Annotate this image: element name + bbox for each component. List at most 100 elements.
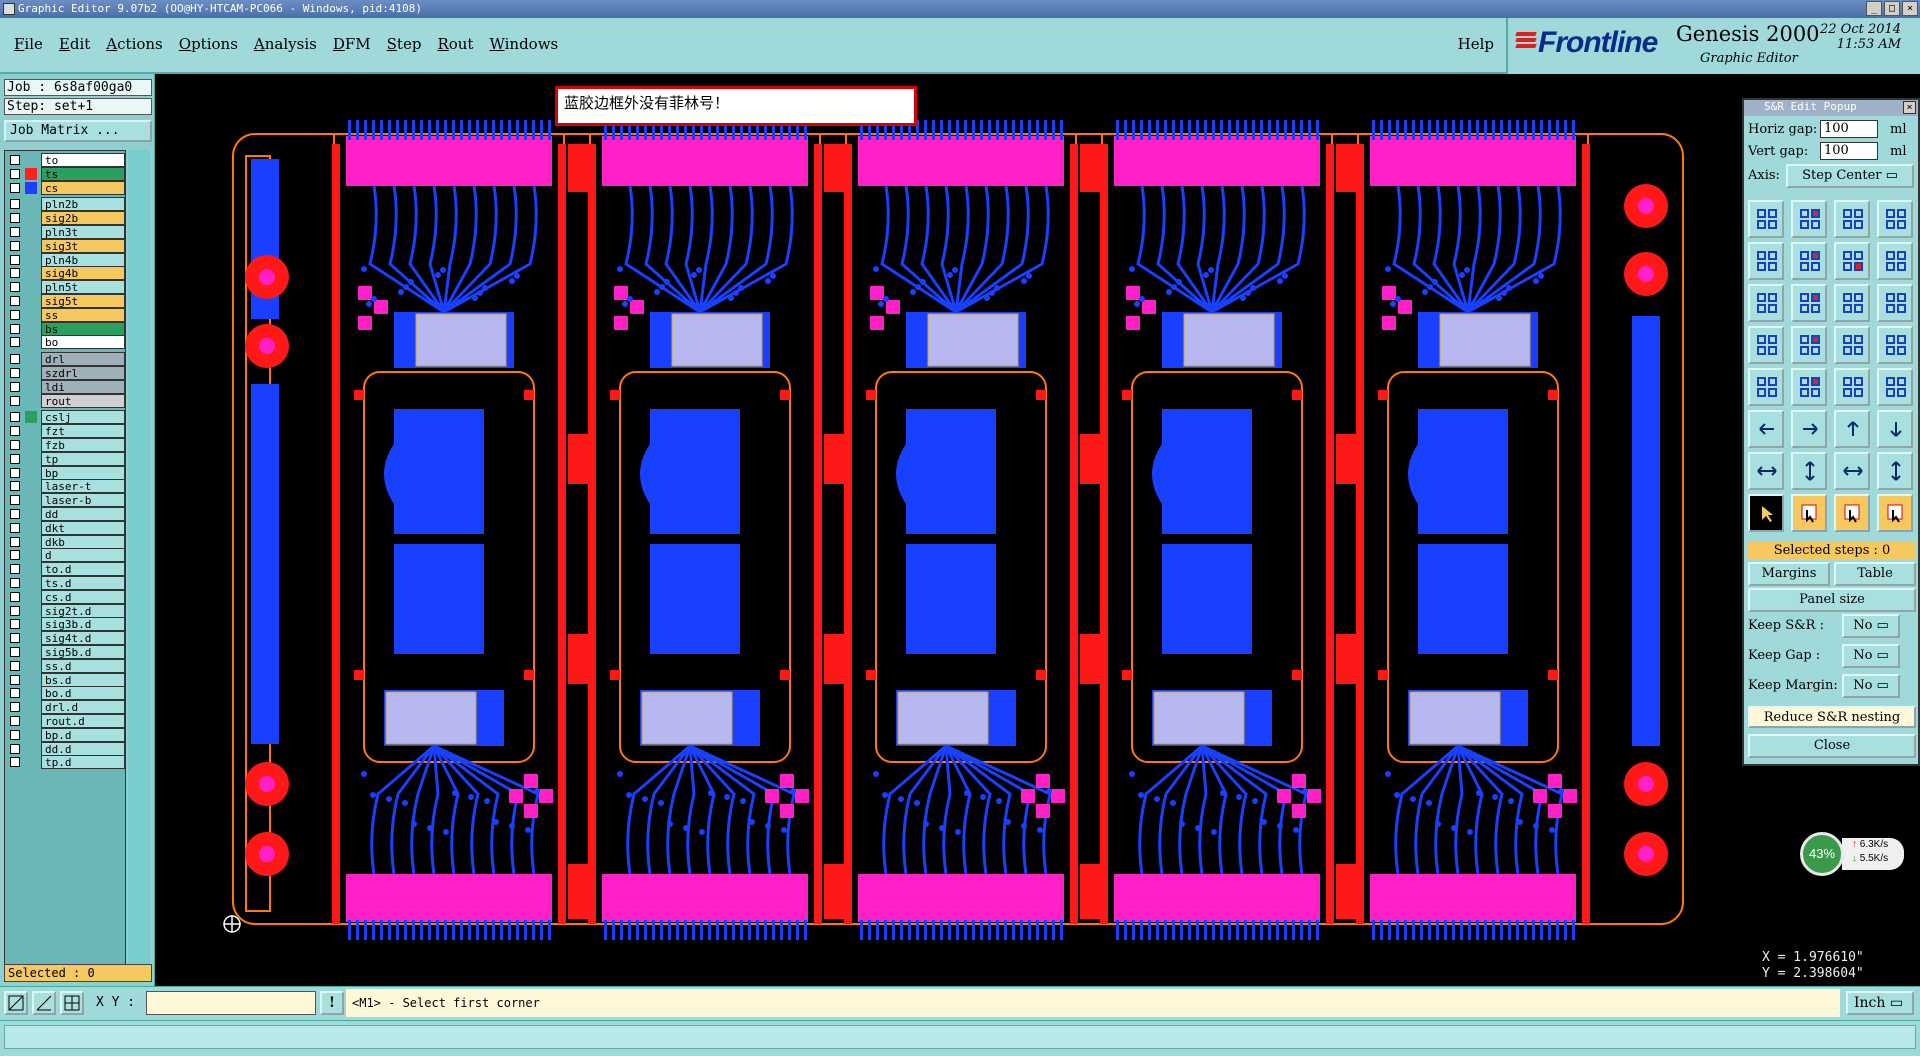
arrow-right-button[interactable] <box>1791 410 1827 448</box>
layer-checkbox[interactable] <box>10 182 20 193</box>
layer-checkbox[interactable] <box>10 660 20 671</box>
menu-file[interactable]: File <box>6 18 51 70</box>
layer-checkbox[interactable] <box>10 757 20 768</box>
margins-button[interactable]: Margins <box>1748 562 1830 586</box>
distribute-button[interactable] <box>1834 326 1870 364</box>
layer-row[interactable]: rout.d <box>5 714 125 728</box>
layer-row[interactable]: to.d <box>5 562 125 577</box>
layer-row[interactable]: sig5t <box>5 294 125 308</box>
move-step-button[interactable] <box>1748 242 1784 280</box>
layer-row[interactable]: dkt <box>5 520 125 535</box>
layer-checkbox[interactable] <box>10 674 20 685</box>
menu-analysis[interactable]: Analysis <box>246 18 325 70</box>
menu-help[interactable]: Help <box>1458 35 1494 53</box>
layer-row[interactable]: dd <box>5 507 125 521</box>
expand-h-button[interactable] <box>1748 452 1784 490</box>
grid-snap-button[interactable] <box>60 991 84 1015</box>
layer-row[interactable]: pln5t <box>5 280 125 295</box>
layer-checkbox[interactable] <box>10 564 20 575</box>
align-center-button[interactable] <box>1791 326 1827 364</box>
table-button[interactable]: Table <box>1834 562 1916 586</box>
layer-row[interactable]: fzt <box>5 424 125 439</box>
layer-list-scrollbar[interactable] <box>128 150 150 982</box>
layer-row[interactable]: ss.d <box>5 658 125 673</box>
menu-windows[interactable]: Windows <box>481 18 566 70</box>
flip-h-button[interactable] <box>1748 284 1784 322</box>
layer-checkbox[interactable] <box>10 337 20 348</box>
popup-close-icon[interactable]: × <box>1903 101 1916 114</box>
align-left-button[interactable] <box>1748 326 1784 364</box>
layer-row[interactable]: ts.d <box>5 576 125 590</box>
layer-checkbox[interactable] <box>10 240 20 251</box>
spread-row-button[interactable] <box>1834 368 1870 406</box>
menu-rout[interactable]: Rout <box>429 18 481 70</box>
delete-step-button[interactable] <box>1791 242 1827 280</box>
mirror-button[interactable] <box>1834 284 1870 322</box>
menu-options[interactable]: Options <box>171 18 246 70</box>
reduce-nesting-button[interactable]: Reduce S&R nesting <box>1748 706 1916 728</box>
maximize-button[interactable]: □ <box>1884 1 1900 16</box>
array-grid-button[interactable] <box>1877 200 1913 238</box>
layer-checkbox[interactable] <box>10 199 20 210</box>
select-button[interactable] <box>1791 494 1827 532</box>
layer-row[interactable]: bo <box>5 335 125 350</box>
rotate-button[interactable] <box>1877 284 1913 322</box>
layer-row[interactable]: bs.d <box>5 672 125 687</box>
expand-v-button[interactable] <box>1791 452 1827 490</box>
layer-row[interactable]: sig4t.d <box>5 631 125 646</box>
flip-v-button[interactable] <box>1791 284 1827 322</box>
layer-row[interactable]: cslj <box>5 410 125 425</box>
distribute-alt-button[interactable] <box>1877 326 1913 364</box>
layer-checkbox[interactable] <box>10 426 20 437</box>
shrink-v-button[interactable] <box>1877 452 1913 490</box>
layer-checkbox[interactable] <box>10 495 20 506</box>
job-matrix-button[interactable]: Job Matrix ... <box>4 120 152 142</box>
layer-checkbox[interactable] <box>10 213 20 224</box>
zoom-fit-button[interactable] <box>4 991 28 1015</box>
layer-checkbox[interactable] <box>10 254 20 265</box>
xy-input[interactable] <box>146 991 316 1015</box>
measure-button[interactable] <box>32 991 56 1015</box>
menu-edit[interactable]: Edit <box>51 18 98 70</box>
copy-step-button[interactable] <box>1834 242 1870 280</box>
layer-checkbox[interactable] <box>10 729 20 740</box>
network-monitor[interactable]: ↑ 6.3K/s ↓ 5.5K/s 43% <box>1800 832 1910 876</box>
units-select[interactable]: Inch ▭ <box>1846 991 1914 1015</box>
layer-checkbox[interactable] <box>10 268 20 279</box>
layer-row[interactable]: rout <box>5 393 125 408</box>
layer-row[interactable]: laser-t <box>5 479 125 494</box>
layer-row[interactable]: szdrl <box>5 366 125 380</box>
layer-checkbox[interactable] <box>10 368 20 378</box>
layer-row[interactable]: sig4b <box>5 266 125 281</box>
layer-row[interactable]: sig5b.d <box>5 645 125 659</box>
close-popup-button[interactable]: Close <box>1748 734 1916 758</box>
remove-step-button[interactable] <box>1877 242 1913 280</box>
close-window-button[interactable]: × <box>1902 1 1918 16</box>
layer-checkbox[interactable] <box>10 743 20 754</box>
layer-row[interactable]: bs <box>5 321 125 336</box>
layer-checkbox[interactable] <box>10 168 20 179</box>
array-button[interactable] <box>1748 200 1784 238</box>
layer-row[interactable]: cs <box>5 180 125 195</box>
layer-row[interactable]: dkb <box>5 534 125 549</box>
layer-checkbox[interactable] <box>10 381 20 392</box>
menu-dfm[interactable]: DFM <box>325 18 379 70</box>
layer-checkbox[interactable] <box>10 323 20 334</box>
layer-checkbox[interactable] <box>10 605 20 616</box>
query-button[interactable] <box>1877 494 1913 532</box>
layer-row[interactable]: sig2b <box>5 211 125 226</box>
layer-checkbox[interactable] <box>10 702 20 713</box>
array-alt-button[interactable] <box>1834 200 1870 238</box>
layer-checkbox[interactable] <box>10 550 20 561</box>
layer-row[interactable]: tp <box>5 451 125 466</box>
layer-checkbox[interactable] <box>10 688 20 699</box>
menu-step[interactable]: Step <box>379 18 430 70</box>
layer-row[interactable]: dd.d <box>5 741 125 756</box>
layer-row[interactable]: pln2b <box>5 197 125 212</box>
axis-select[interactable]: Step Center ▭ <box>1786 164 1914 188</box>
horiz-gap-input[interactable]: 100 <box>1820 120 1878 138</box>
layer-checkbox[interactable] <box>10 155 20 165</box>
layer-row[interactable]: pln4b <box>5 252 125 267</box>
layer-row[interactable]: bp <box>5 465 125 480</box>
menu-actions[interactable]: Actions <box>98 18 170 70</box>
